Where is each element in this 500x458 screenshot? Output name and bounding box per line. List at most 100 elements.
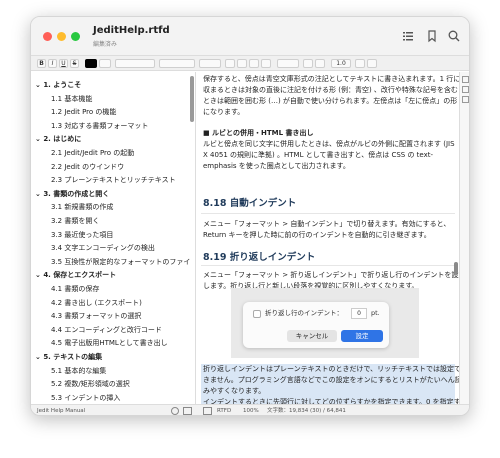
toc-item[interactable]: 2.2 Jedit のウインドウ [51,160,195,174]
cancel-button[interactable]: キャンセル [287,330,337,342]
text-line: Return キーを押した時に前の行のインデントを自動的に引き継ぎます。 [203,231,431,239]
clear-format-icon[interactable] [367,59,377,68]
bold-button[interactable]: B [37,59,46,68]
toc-label: 3.2 書類を開く [51,217,100,225]
align-right-button[interactable] [249,59,259,68]
pen-icon[interactable] [203,407,212,415]
toc-label: 3.4 文字エンコーディングの検出 [51,244,155,253]
toc-item[interactable]: 3.4 文字エンコーディングの検出 [51,241,195,255]
italic-button[interactable]: I [48,59,57,68]
font-style-popup[interactable] [159,59,195,68]
table-of-contents: ⌄ 1. ようこそ 1.1 基本機能 1.2 Jedit Pro の機能 1.3 対応… [31,72,196,404]
list-icon[interactable] [401,29,415,43]
checkbox-label: 折り返し行のインデント： [265,309,343,317]
toc-item[interactable]: 3.5 互換性が限定的なフォーマットのファイ [51,255,195,269]
toc-item[interactable]: 1.2 Jedit Pro の機能 [51,105,195,119]
toc-item[interactable]: 5.3 インデントの挿入 [51,391,195,404]
toc-label: 4. 保存とエクスポート [43,271,117,280]
text-line: 保存すると、傍点は青空文庫形式の注記としてテキストに書き込まれます。1 行に [203,75,459,83]
outdent-button[interactable] [315,59,325,68]
toc-label: 5.1 基本的な編集 [51,366,107,375]
text-line: メニュー「フォーマット > 自動インデント」で切り替えます。有効にすると、 [203,220,451,228]
paragraph-heading: ■ ルビとの併用・HTML 書き出し [203,129,314,137]
text-line: 折り返しインデントはプレーンテキストのときだけで、リッチテキストでは設定で [203,365,459,373]
strike-button[interactable]: S [70,59,79,68]
panel-icon[interactable] [462,86,469,93]
selected-paragraph: 折り返しインデントはプレーンテキストのときだけで、リッチテキストでは設定で きませ… [201,364,459,404]
window-subtitle: 編集済み [93,41,118,48]
toc-label: 3.5 互換性が限定的なフォーマットのファイ [51,257,191,266]
toc-item[interactable]: 4.3 書類フォーマットの選択 [51,309,195,323]
text-line: みやすくなります。 [203,387,266,395]
align-center-button[interactable] [237,59,247,68]
text-line: 収まるときは対象の直後に注記を付ける形 (例：青空) 、改行や特殊な記号を含む [203,86,458,94]
search-icon[interactable] [447,29,461,43]
toc-item[interactable]: 4.2 書き出し (エクスポート) [51,296,195,310]
line-spacing-popup[interactable]: 1.0 [331,59,351,68]
app-window: JeditHelp.rtfd 編集済み B I U S 1.0 ⌄ 1. ようこ… [30,16,470,416]
divider [201,213,455,214]
toc-item[interactable]: 4.1 書類の保存 [51,282,195,296]
toc-item[interactable]: 5.1 基本的な編集 [51,364,195,378]
panel-icon[interactable] [462,76,469,83]
toc-section[interactable]: ⌄ 1. ようこそ [35,78,195,92]
toc-label: 4.3 書類フォーマットの選択 [51,312,142,321]
toc-item[interactable]: 1.1 基本機能 [51,92,195,106]
background-color-well[interactable] [99,59,111,68]
zoom-button[interactable] [71,32,80,41]
toc-section[interactable]: ⌄ 2. はじめに [35,132,195,146]
toc-section[interactable]: ⌄ 4. 保存とエクスポート [35,268,195,282]
toc-label: 4.4 エンコーディングと改行コード [51,325,162,334]
sidebar-toggle-icon[interactable] [183,407,192,415]
toc-item[interactable]: 2.1 Jedit/Jedit Pro の起動 [51,146,195,160]
gear-icon[interactable] [171,407,179,415]
indent-button[interactable] [303,59,313,68]
toc-item[interactable]: 3.2 書類を開く [51,214,195,228]
ok-button[interactable]: 設定 [341,330,383,342]
toc-label: 5. テキストの編集 [43,353,103,361]
indent-value-field[interactable]: 0 [351,308,367,319]
toc-item[interactable]: 5.2 複数/矩形領域の選択 [51,377,195,391]
char-count: 文字数：19,834 (30) / 64,841 [267,408,346,414]
format-bar: B I U S 1.0 [31,55,469,71]
toc-label: 3.3 最近使った項目 [51,230,114,239]
list-style-popup[interactable] [277,59,299,68]
toc-item[interactable]: 2.3 プレーンテキストとリッチテキスト [51,173,195,187]
font-family-popup[interactable] [115,59,155,68]
toc-item[interactable]: 3.1 新規書類の作成 [51,200,195,214]
toc-section[interactable]: ⌄ 5. テキストの編集 [35,350,195,364]
pen-icon[interactable] [355,59,365,68]
align-justify-button[interactable] [261,59,271,68]
bookmark-icon[interactable] [425,29,439,43]
panel-icon[interactable] [462,96,469,103]
text-color-well[interactable] [85,59,97,68]
toc-item[interactable]: 4.5 電子出版用HTMLとして書き出し [51,336,195,350]
title-bar: JeditHelp.rtfd 編集済み [31,17,469,55]
window-title: JeditHelp.rtfd [93,25,170,36]
document-content[interactable]: 保存すると、傍点は青空文庫形式の注記としてテキストに書き込まれます。1 行に 収ま… [197,72,459,404]
text-line: になります。 [203,108,245,116]
minimize-button[interactable] [57,32,66,41]
underline-button[interactable]: U [59,59,68,68]
close-button[interactable] [43,32,52,41]
toc-item[interactable]: 1.3 対応する書類フォーマット [51,119,195,133]
divider [201,265,455,266]
toc-section[interactable]: ⌄ 3. 書類の作成と開く [35,187,195,201]
font-size-popup[interactable] [199,59,221,68]
text-line: きません。プログラミング言語などでこの設定をオンにするとリストがたいへん読 [203,376,459,384]
toc-item[interactable]: 4.4 エンコーディングと改行コード [51,323,195,337]
section-heading: 8.19 折り返しインデント [203,252,316,263]
manual-name: Jedit Help Manual [37,408,86,414]
format-label: RTFD [217,408,232,414]
toc-label: 3.1 新規書類の作成 [51,203,114,212]
toc-item[interactable]: 3.3 最近使った項目 [51,228,195,242]
toc-label: 1.2 Jedit Pro の機能 [51,108,117,117]
content-scrollbar[interactable] [454,262,458,274]
align-left-button[interactable] [225,59,235,68]
text-line: メニュー「フォーマット > 折り返しインデント」で折り返し行のインデントを設定 [203,271,459,279]
toc-label: 1.3 対応する書類フォーマット [51,121,149,130]
toc-label: 2.1 Jedit/Jedit Pro の起動 [51,149,135,157]
paragraph: ルビと傍点を同じ文字に併用したときは、傍点がルビの外側に配置されます (JIS X… [203,139,455,172]
checkbox[interactable] [253,310,261,318]
zoom-label[interactable]: 100% [243,405,259,415]
